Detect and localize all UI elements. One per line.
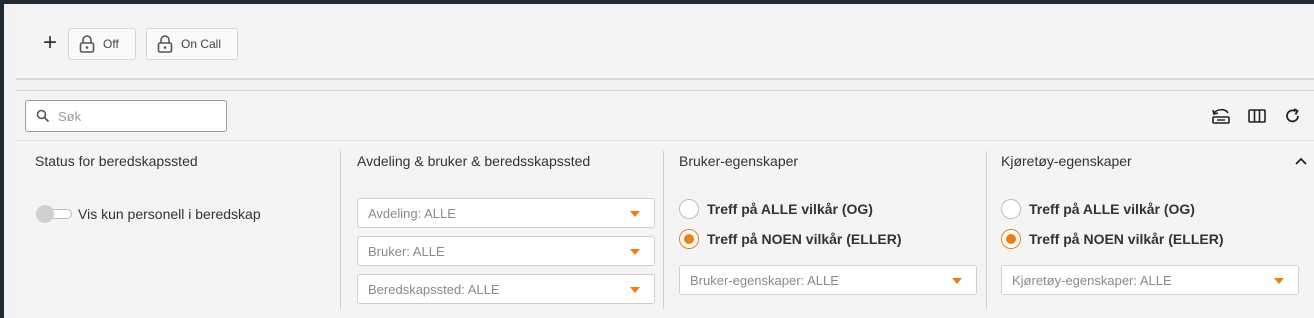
- department-column-title: Avdeling & bruker & beredsskapssted: [357, 153, 591, 169]
- search-icon: [36, 109, 50, 123]
- vehicle-properties-select-value: Kjøretøy-egenskaper: ALLE: [1012, 273, 1172, 288]
- vehicle-match-any-radio[interactable]: Treff på NOEN vilkår (ELLER): [1001, 229, 1223, 249]
- user-select[interactable]: Bruker: ALLE: [357, 236, 655, 266]
- toolbar: + Off On Call: [16, 10, 1314, 80]
- radio-label: Treff på ALLE vilkår (OG): [1029, 201, 1195, 217]
- vehicle-properties-column: Kjøretøy-egenskaper Treff på ALLE vilkår…: [987, 141, 1314, 318]
- radio-label: Treff på NOEN vilkår (ELLER): [707, 231, 902, 247]
- search-row: [16, 91, 1314, 141]
- radio-label: Treff på ALLE vilkår (OG): [707, 201, 873, 217]
- add-button[interactable]: +: [38, 30, 62, 56]
- columns-icon[interactable]: [1247, 107, 1267, 125]
- user-match-all-radio[interactable]: Treff på ALLE vilkår (OG): [679, 199, 873, 219]
- chevron-up-icon[interactable]: [1294, 153, 1308, 165]
- user-properties-select-value: Bruker-egenskaper: ALLE: [690, 273, 839, 288]
- status-column: Status for beredskapssted Vis kun person…: [16, 141, 340, 318]
- search-field[interactable]: [25, 100, 227, 132]
- status-column-title: Status for beredskapssted: [35, 153, 198, 169]
- toggle-knob: [36, 205, 54, 223]
- radio-label: Treff på NOEN vilkår (ELLER): [1029, 231, 1224, 247]
- refresh-icon[interactable]: [1283, 107, 1303, 125]
- vehicle-properties-select[interactable]: Kjøretøy-egenskaper: ALLE: [1001, 265, 1299, 295]
- filter-reset-icon[interactable]: [1211, 107, 1231, 125]
- on-call-button[interactable]: On Call: [146, 28, 238, 60]
- radio-button[interactable]: [679, 199, 699, 219]
- chevron-down-icon: [952, 278, 962, 284]
- department-select-value: Avdeling: ALLE: [368, 206, 456, 221]
- lock-icon: [79, 35, 95, 53]
- off-button[interactable]: Off: [68, 28, 136, 60]
- personnel-on-call-toggle[interactable]: [36, 205, 72, 223]
- user-select-value: Bruker: ALLE: [368, 244, 445, 259]
- standby-location-select[interactable]: Beredskapssted: ALLE: [357, 274, 655, 304]
- chevron-down-icon: [1274, 278, 1284, 284]
- radio-button-selected[interactable]: [679, 229, 699, 249]
- vehicle-properties-column-title: Kjøretøy-egenskaper: [1001, 153, 1132, 169]
- user-properties-column: Bruker-egenskaper Treff på ALLE vilkår (…: [664, 141, 986, 318]
- toggle-label: Vis kun personell i beredskap: [78, 206, 261, 222]
- off-button-label: Off: [103, 37, 119, 51]
- radio-button[interactable]: [1001, 199, 1021, 219]
- department-select[interactable]: Avdeling: ALLE: [357, 198, 655, 228]
- chevron-down-icon: [630, 211, 640, 217]
- user-properties-select[interactable]: Bruker-egenskaper: ALLE: [679, 265, 977, 295]
- user-match-any-radio[interactable]: Treff på NOEN vilkår (ELLER): [679, 229, 901, 249]
- filter-panel: Status for beredskapssted Vis kun person…: [16, 90, 1314, 318]
- standby-location-select-value: Beredskapssted: ALLE: [368, 282, 500, 297]
- user-properties-column-title: Bruker-egenskaper: [679, 153, 799, 169]
- on-call-button-label: On Call: [181, 37, 222, 51]
- chevron-down-icon: [630, 287, 640, 293]
- search-input[interactable]: [58, 105, 218, 127]
- vehicle-match-all-radio[interactable]: Treff på ALLE vilkår (OG): [1001, 199, 1195, 219]
- department-column: Avdeling & bruker & beredsskapssted Avde…: [341, 141, 663, 318]
- radio-button-selected[interactable]: [1001, 229, 1021, 249]
- lock-icon: [157, 35, 173, 53]
- chevron-down-icon: [630, 249, 640, 255]
- window-frame-left: [0, 0, 4, 318]
- window-frame-top: [0, 0, 1314, 4]
